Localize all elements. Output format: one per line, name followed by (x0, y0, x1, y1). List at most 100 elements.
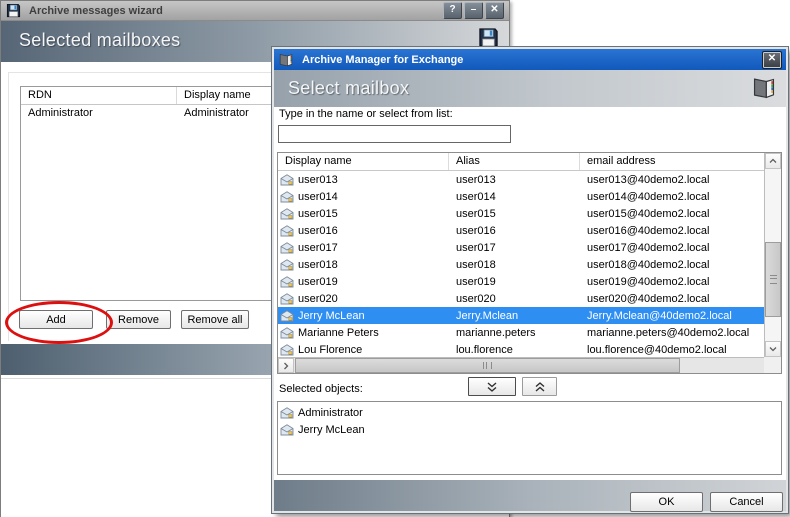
dialog-titlebar[interactable]: Archive Manager for Exchange ✕ (274, 49, 786, 70)
mailbox-icon (280, 191, 294, 203)
alias: user013 (456, 173, 496, 186)
selected-object-name: Administrator (298, 406, 363, 419)
selected-object-item[interactable]: Administrator (278, 404, 781, 421)
alias: user019 (456, 275, 496, 288)
vertical-scrollbar[interactable] (764, 153, 781, 357)
cell-rdn: Administrator (28, 107, 93, 119)
column-header-display-name[interactable]: Display name (278, 153, 449, 170)
list-item-selected[interactable]: Jerry McLean Jerry.Mclean Jerry.Mclean@4… (278, 307, 764, 324)
email: user018@40demo2.local (587, 258, 710, 271)
email: Jerry.Mclean@40demo2.local (587, 309, 732, 322)
wizard-banner-title: Selected mailboxes (19, 30, 181, 50)
mailbox-icon (280, 310, 294, 322)
wizard-titlebar[interactable]: Archive messages wizard ? – ✕ (1, 1, 509, 21)
close-button[interactable]: ✕ (762, 50, 782, 69)
selected-object-name: Jerry McLean (298, 423, 365, 436)
mailbox-icon (280, 344, 294, 356)
mailbox-icon (280, 276, 294, 288)
dialog-banner-title: Select mailbox (288, 78, 410, 98)
wizard-window-title: Archive messages wizard (29, 4, 163, 17)
list-item[interactable]: user020 user020 user020@40demo2.local (278, 290, 764, 307)
column-header-alias[interactable]: Alias (449, 153, 580, 170)
scrollbar-corner (764, 357, 781, 373)
email: user019@40demo2.local (587, 275, 710, 288)
double-chevron-down-icon (486, 381, 498, 393)
list-item[interactable]: user016 user016 user016@40demo2.local (278, 222, 764, 239)
alias: user014 (456, 190, 496, 203)
email: lou.florence@40demo2.local (587, 343, 727, 356)
list-item[interactable]: Marianne Peters marianne.peters marianne… (278, 324, 764, 341)
thumb-grip (769, 275, 777, 284)
move-down-button[interactable] (468, 377, 516, 396)
screenshot-stage: Archive messages wizard ? – ✕ Selected m… (0, 0, 790, 517)
ok-button[interactable]: OK (630, 492, 703, 512)
email: user020@40demo2.local (587, 292, 710, 305)
floppy-icon (6, 3, 21, 18)
vertical-scroll-thumb[interactable] (765, 242, 781, 317)
mailbox-list: Display name Alias email address user013… (277, 152, 782, 374)
email: user013@40demo2.local (587, 173, 710, 186)
dialog-window-title: Archive Manager for Exchange (302, 53, 464, 66)
display-name: user019 (298, 275, 338, 288)
column-header-email[interactable]: email address (580, 153, 764, 170)
email: user014@40demo2.local (587, 190, 710, 203)
list-item[interactable]: user019 user019 user019@40demo2.local (278, 273, 764, 290)
display-name: user017 (298, 241, 338, 254)
scroll-down-button[interactable] (765, 341, 781, 357)
book-icon (278, 52, 294, 68)
chevron-up-icon (768, 157, 778, 165)
mailbox-icon (280, 242, 294, 254)
list-item[interactable]: user018 user018 user018@40demo2.local (278, 256, 764, 273)
mailbox-name-input[interactable] (278, 125, 511, 143)
mailbox-icon (280, 407, 294, 419)
help-button[interactable]: ? (443, 2, 462, 19)
search-label: Type in the name or select from list: (279, 108, 453, 120)
alias: lou.florence (456, 343, 513, 356)
email: user015@40demo2.local (587, 207, 710, 220)
selected-object-item[interactable]: Jerry McLean (278, 421, 781, 438)
email: user017@40demo2.local (587, 241, 710, 254)
alias: user015 (456, 207, 496, 220)
alias: user017 (456, 241, 496, 254)
mailbox-icon (280, 293, 294, 305)
alias: user016 (456, 224, 496, 237)
move-up-button[interactable] (522, 377, 557, 396)
scroll-right-button[interactable] (278, 358, 294, 373)
remove-all-button[interactable]: Remove all (181, 310, 249, 329)
display-name: user014 (298, 190, 338, 203)
list-item[interactable]: Lou Florence lou.florence lou.florence@4… (278, 341, 764, 357)
display-name: Marianne Peters (298, 326, 379, 339)
scroll-up-button[interactable] (765, 153, 781, 169)
display-name: Jerry McLean (298, 309, 365, 322)
list-rows: user013 user013 user013@40demo2.local us… (278, 171, 764, 357)
list-item[interactable]: user017 user017 user017@40demo2.local (278, 239, 764, 256)
column-header-rdn[interactable]: RDN (21, 87, 177, 104)
horizontal-scrollbar[interactable] (278, 357, 764, 373)
alias: Jerry.Mclean (456, 309, 519, 322)
remove-button[interactable]: Remove (106, 310, 171, 329)
thumb-grip (483, 362, 492, 369)
minimize-button[interactable]: – (464, 2, 483, 19)
mailbox-icon (280, 424, 294, 436)
floppy-icon (478, 27, 499, 48)
list-item[interactable]: user013 user013 user013@40demo2.local (278, 171, 764, 188)
mailbox-icon (280, 174, 294, 186)
display-name: Lou Florence (298, 343, 363, 356)
add-button[interactable]: Add (19, 310, 93, 329)
chevron-down-icon (768, 345, 778, 353)
book-icon (751, 75, 777, 101)
mailbox-icon (280, 259, 294, 271)
display-name: user013 (298, 173, 338, 186)
close-button[interactable]: ✕ (485, 2, 504, 19)
mailbox-icon (280, 327, 294, 339)
alias: user020 (456, 292, 496, 305)
dialog-banner: Select mailbox (274, 70, 786, 107)
horizontal-scroll-thumb[interactable] (295, 358, 680, 373)
list-item[interactable]: user014 user014 user014@40demo2.local (278, 188, 764, 205)
alias: marianne.peters (456, 326, 536, 339)
list-item[interactable]: user015 user015 user015@40demo2.local (278, 205, 764, 222)
selected-objects-label: Selected objects: (279, 383, 363, 395)
cancel-button[interactable]: Cancel (710, 492, 783, 512)
email: user016@40demo2.local (587, 224, 710, 237)
mailbox-icon (280, 225, 294, 237)
